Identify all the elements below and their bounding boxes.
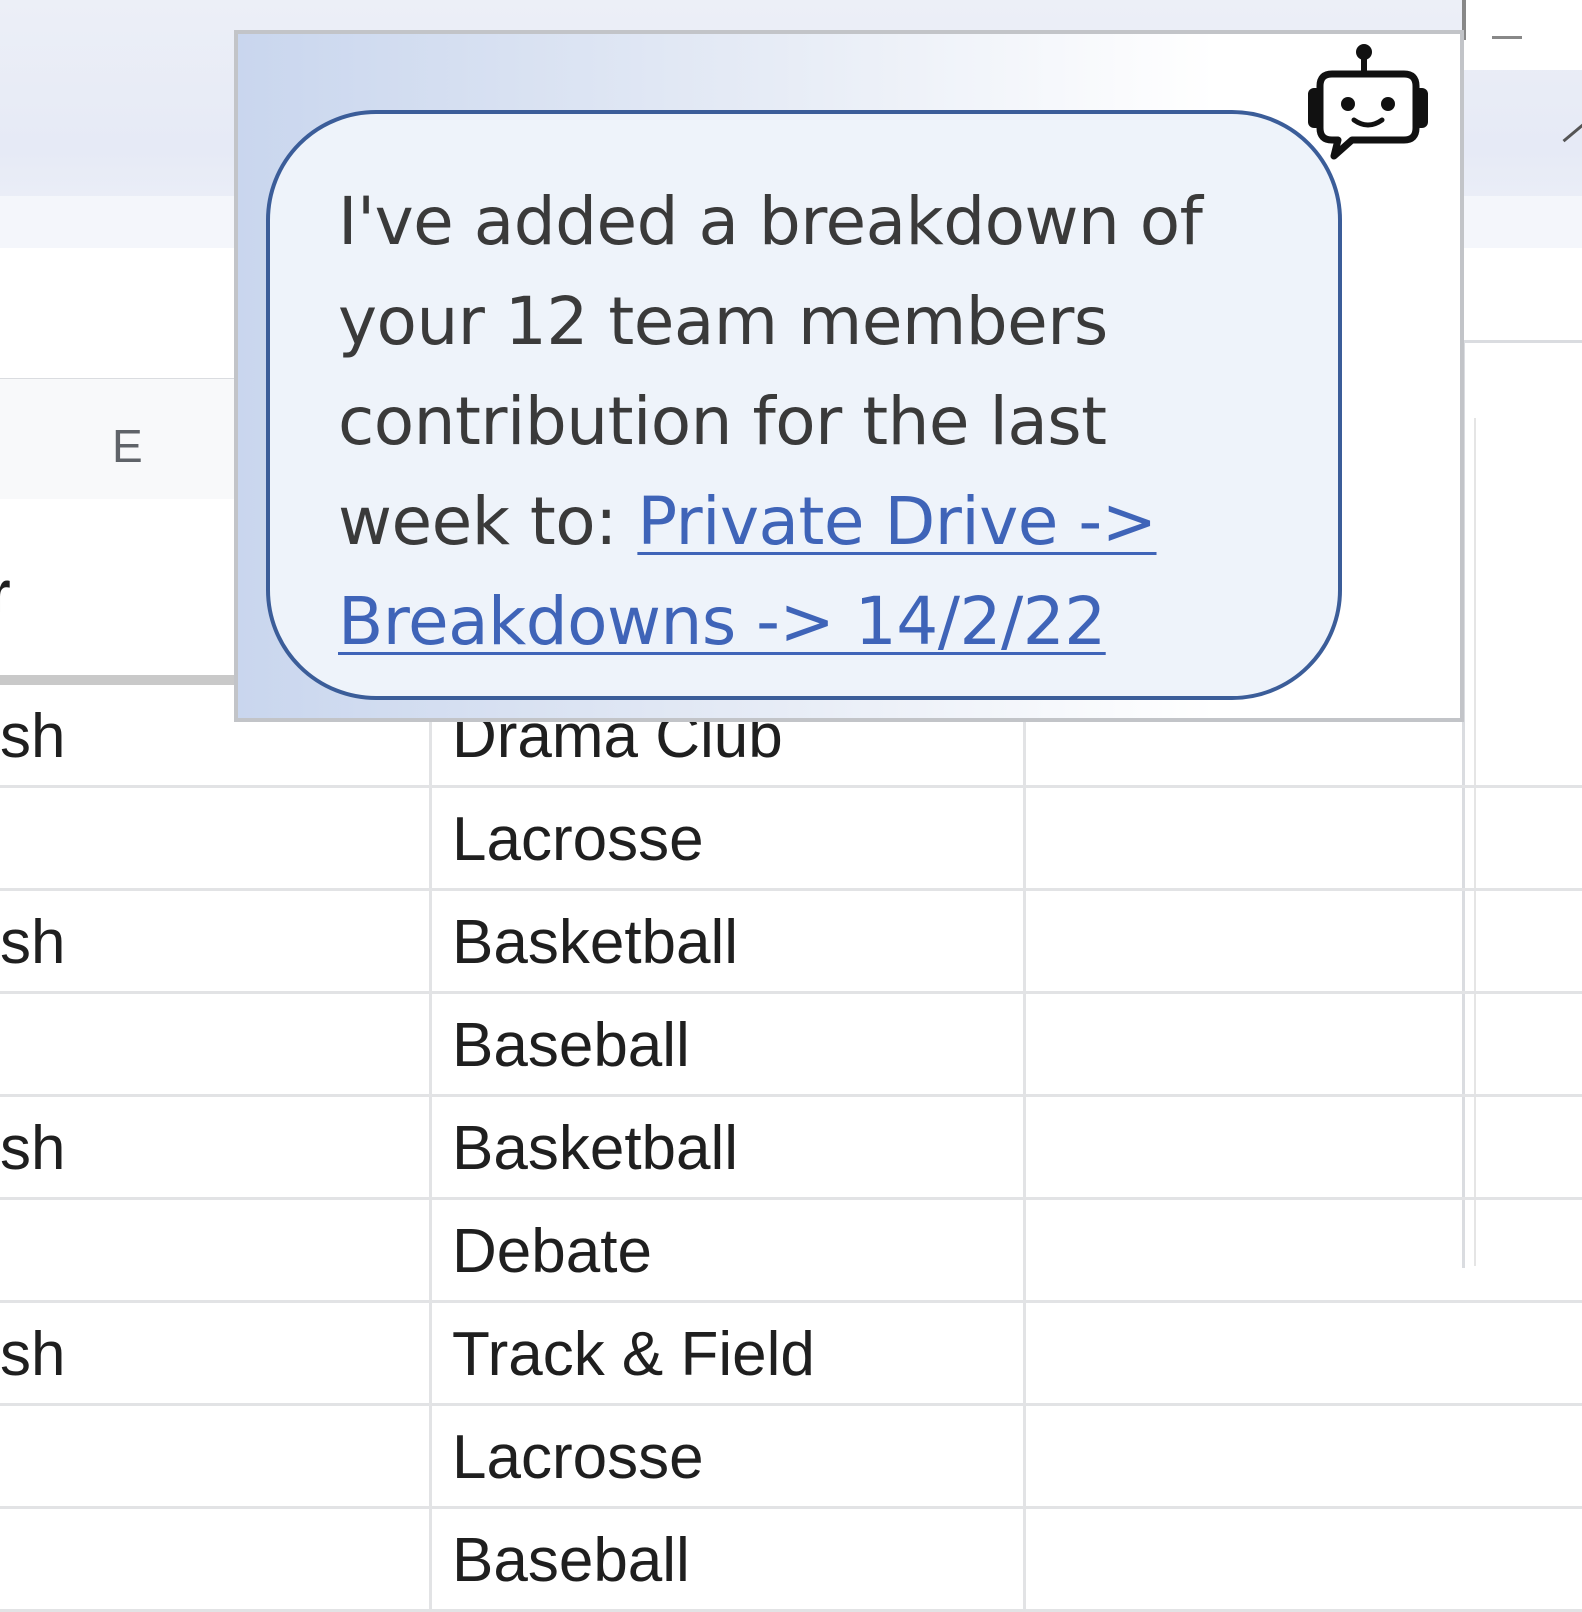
cell-f[interactable] [1026,788,1582,888]
frozen-header-cell[interactable]: r [0,499,240,685]
table-row: sh Basketball [0,891,1582,994]
cell-d[interactable] [0,1200,432,1300]
table-row: Lacrosse [0,1406,1582,1509]
cell-d[interactable]: sh [0,1097,432,1197]
column-header-e[interactable]: E [0,378,240,500]
cell-f[interactable] [1026,1406,1582,1506]
table-row: Baseball [0,994,1582,1097]
cell-e[interactable]: Baseball [432,994,1026,1094]
cell-e[interactable]: Basketball [432,1097,1026,1197]
table-row: sh Basketball [0,1097,1582,1200]
robot-chat-icon[interactable] [1304,44,1440,162]
cell-d[interactable]: sh [0,891,432,991]
cell-f[interactable] [1026,994,1582,1094]
table-row: Baseball [0,1509,1582,1612]
cell-e[interactable]: Baseball [432,1509,1026,1609]
table-row: Debate [0,1200,1582,1303]
cell-f[interactable] [1026,1097,1582,1197]
cell-f[interactable] [1026,1200,1582,1300]
side-panel-top-strip [1462,0,1582,70]
cell-d[interactable] [0,788,432,888]
cell-f[interactable] [1026,1303,1582,1403]
cell-e[interactable]: Basketball [432,891,1026,991]
cell-e[interactable]: Lacrosse [432,788,1026,888]
assistant-message: I've added a breakdown of your 12 team m… [338,172,1278,672]
cell-d[interactable] [0,1509,432,1609]
cell-f[interactable] [1026,1509,1582,1609]
speech-bubble: I've added a breakdown of your 12 team m… [266,110,1342,700]
column-letter: E [112,420,143,472]
cell-e[interactable]: Debate [432,1200,1026,1300]
header-cell-text: r [0,559,11,626]
assistant-popup: I've added a breakdown of your 12 team m… [234,30,1464,722]
table-row: Lacrosse [0,788,1582,891]
cell-e[interactable]: Lacrosse [432,1406,1026,1506]
cell-e[interactable]: Track & Field [432,1303,1026,1403]
spreadsheet-grid: sh Drama Club Lacrosse sh Basketball Bas… [0,685,1582,1612]
cell-d[interactable] [0,994,432,1094]
cell-d[interactable]: sh [0,1303,432,1403]
cell-f[interactable] [1026,891,1582,991]
cell-d[interactable] [0,1406,432,1506]
table-row: sh Track & Field [0,1303,1582,1406]
